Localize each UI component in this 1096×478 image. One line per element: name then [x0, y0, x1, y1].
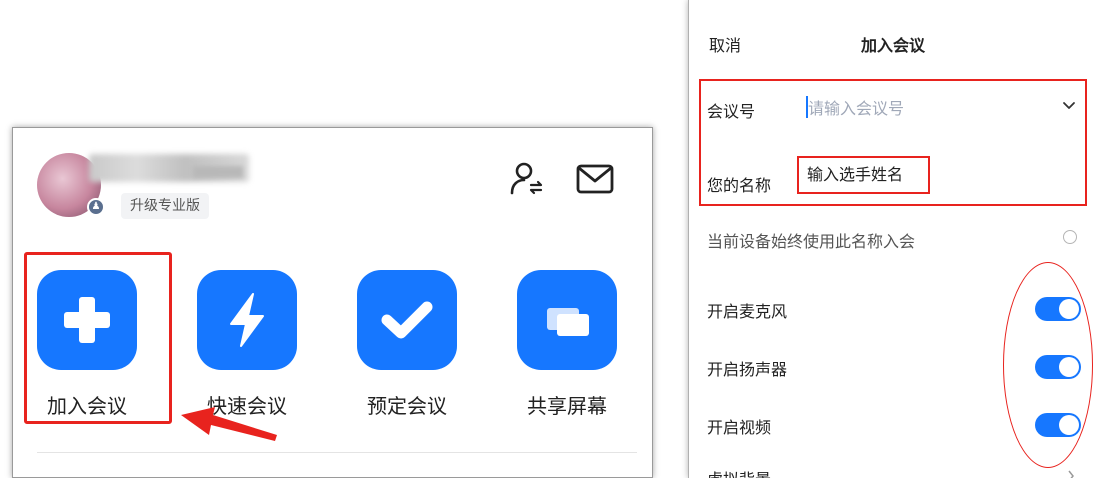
speaker-label: 开启扬声器: [707, 360, 788, 379]
checkmark-icon: [381, 301, 433, 339]
video-label: 开启视频: [707, 418, 772, 437]
schedule-meeting-action[interactable]: 预定会议: [357, 270, 457, 419]
contact-switch-icon[interactable]: [509, 160, 545, 196]
name-label: 您的名称: [707, 176, 772, 195]
schedule-meeting-label: 预定会议: [367, 394, 447, 418]
share-screen-label: 共享屏幕: [527, 394, 607, 418]
pointer-arrow-annotation: [181, 407, 277, 441]
quick-meeting-tile[interactable]: [197, 270, 297, 370]
toggles-highlight-oval: [1003, 262, 1093, 468]
remember-name-label: 当前设备始终使用此名称入会: [707, 232, 916, 251]
lightning-icon: [230, 293, 264, 347]
share-screen-action[interactable]: 共享屏幕: [517, 270, 617, 419]
upgrade-pro-button[interactable]: 升级专业版: [121, 193, 209, 219]
home-panel: ♟ 升级专业版 加入会议 快速会议 预定会议 共享屏幕: [12, 127, 653, 478]
account-level-badge-icon: ♟: [87, 198, 105, 216]
remember-name-radio[interactable]: [1063, 230, 1077, 244]
chevron-right-icon[interactable]: [1067, 470, 1075, 478]
mail-icon[interactable]: [576, 164, 614, 194]
join-meeting-highlight-box: [24, 252, 172, 424]
share-screen-icon: [547, 308, 589, 336]
mic-label: 开启麦克风: [707, 302, 788, 321]
cancel-button[interactable]: 取消: [709, 32, 741, 56]
schedule-meeting-tile[interactable]: [357, 270, 457, 370]
divider: [37, 452, 637, 453]
dialog-title: 加入会议: [861, 36, 926, 55]
meeting-id-input[interactable]: [808, 95, 1028, 121]
name-input[interactable]: 输入选手姓名: [797, 156, 930, 194]
virtual-background-label[interactable]: 虚拟背景: [707, 466, 771, 478]
meeting-id-label: 会议号: [707, 102, 756, 121]
join-meeting-dialog: 取消 加入会议 会议号 您的名称 输入选手姓名 当前设备始终使用此名称入会 开启…: [688, 0, 1096, 478]
username-redacted-tail: [193, 166, 243, 178]
share-screen-tile[interactable]: [517, 270, 617, 370]
chevron-down-icon[interactable]: [1061, 100, 1077, 112]
